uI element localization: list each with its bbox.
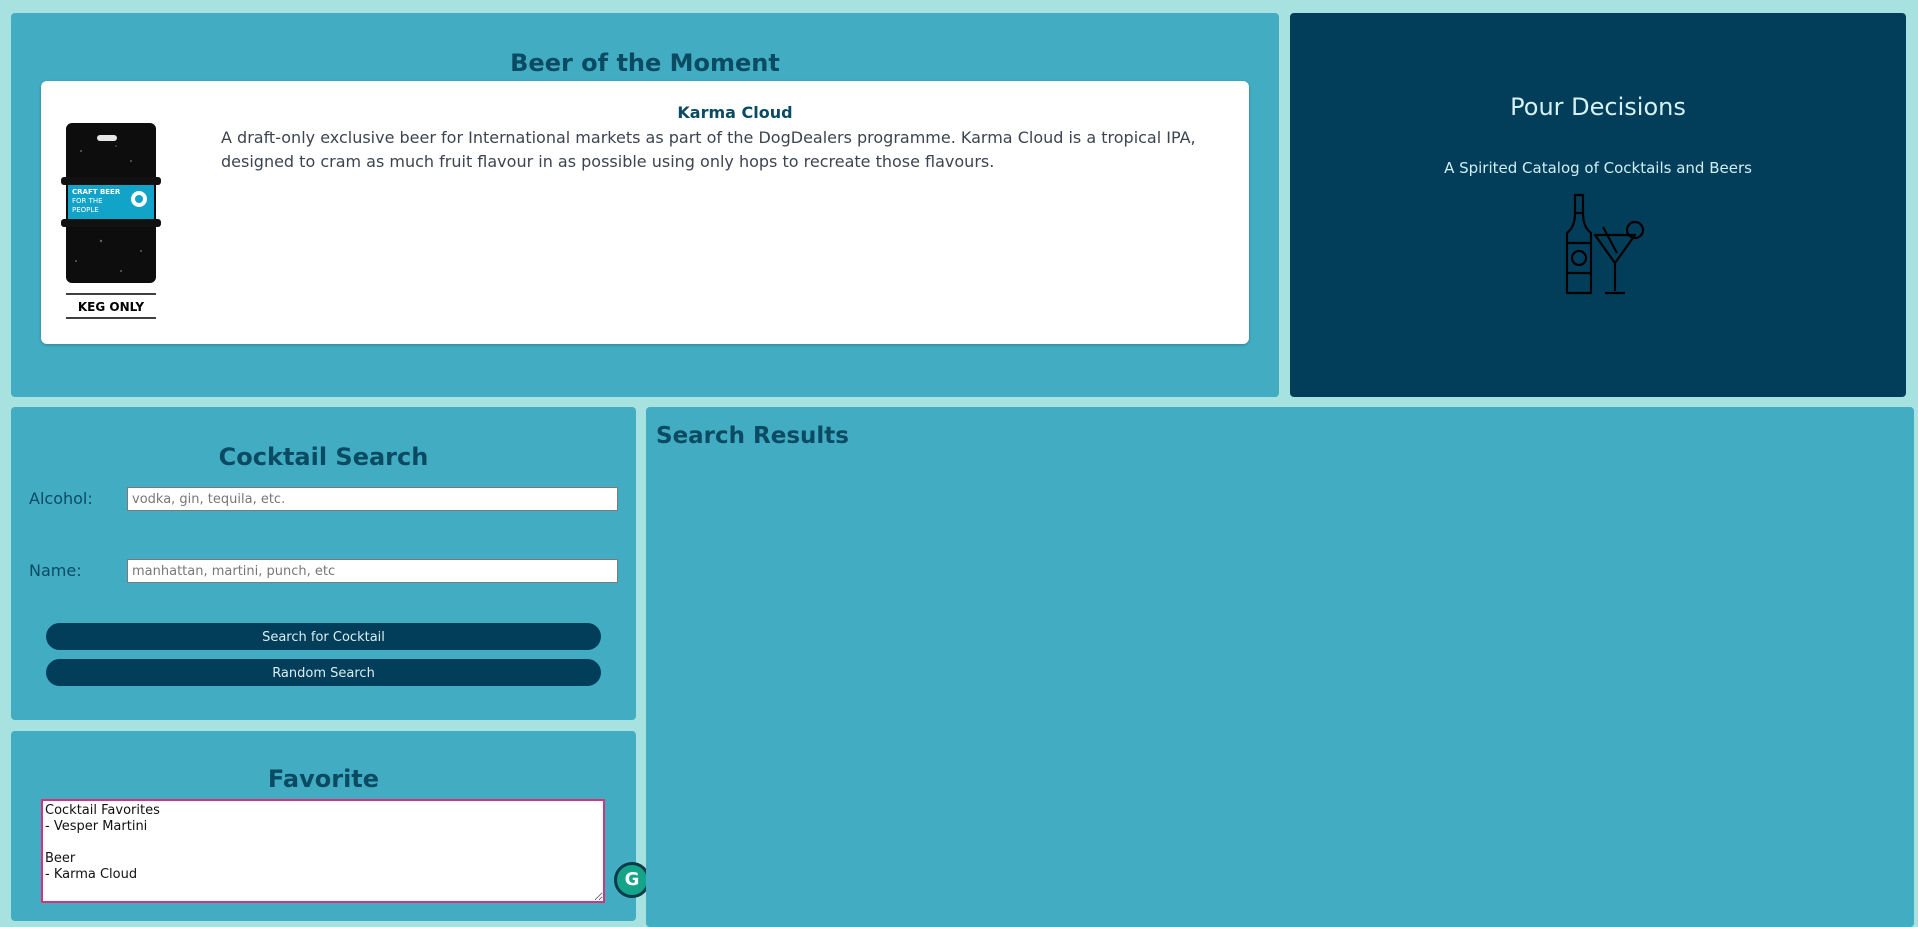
- keg-label-line3: PEOPLE: [72, 206, 99, 214]
- cocktail-search-panel: Cocktail Search Alcohol: Name: Search fo…: [11, 407, 636, 720]
- favorite-textarea[interactable]: Cocktail Favorites - Vesper Martini Beer…: [41, 799, 605, 903]
- name-input[interactable]: [127, 559, 618, 583]
- alcohol-input[interactable]: [127, 487, 618, 511]
- random-search-button[interactable]: Random Search: [46, 659, 601, 686]
- beer-of-moment-panel: Beer of the Moment CRAFT BEER FOR THE PE…: [11, 13, 1279, 397]
- keg-image: CRAFT BEER FOR THE PEOPLE KEG ONLY: [61, 123, 161, 319]
- brand-panel: Pour Decisions A Spirited Catalog of Coc…: [1290, 13, 1906, 397]
- keg-only-label: KEG ONLY: [78, 300, 145, 314]
- beer-name: Karma Cloud: [677, 103, 793, 122]
- beer-card: CRAFT BEER FOR THE PEOPLE KEG ONLY Karma…: [41, 81, 1249, 344]
- keg-label-line1: CRAFT BEER: [72, 188, 121, 196]
- beer-description: A draft-only exclusive beer for Internat…: [221, 128, 1196, 171]
- grammarly-icon[interactable]: G: [614, 862, 650, 898]
- name-label: Name:: [29, 561, 82, 580]
- cocktail-search-title: Cocktail Search: [218, 443, 429, 471]
- search-cocktail-button[interactable]: Search for Cocktail: [46, 623, 601, 650]
- brand-tagline: A Spirited Catalog of Cocktails and Beer…: [1444, 159, 1752, 177]
- beer-panel-title: Beer of the Moment: [510, 49, 780, 77]
- alcohol-label: Alcohol:: [29, 489, 93, 508]
- brand-title: Pour Decisions: [1510, 93, 1686, 121]
- search-results-title: Search Results: [656, 423, 849, 449]
- bottle-and-martini-icon: [1565, 193, 1645, 295]
- keg-label-line2: FOR THE: [72, 197, 103, 205]
- favorite-panel: Favorite Cocktail Favorites - Vesper Mar…: [11, 731, 636, 921]
- search-results-panel: Search Results: [646, 407, 1914, 927]
- favorite-title: Favorite: [267, 765, 380, 793]
